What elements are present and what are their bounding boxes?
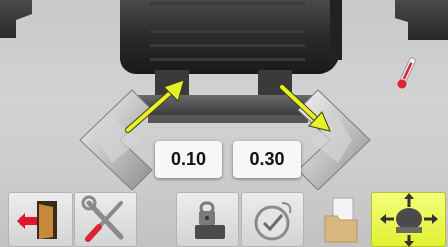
- exit-button[interactable]: [8, 192, 73, 247]
- thermometer-icon: [397, 57, 416, 89]
- check-button[interactable]: [241, 192, 304, 247]
- check-gauge-icon: [254, 202, 292, 241]
- wrench-screwdriver-icon: [81, 195, 124, 242]
- alignment-screen: 0.10 0.30: [0, 0, 448, 247]
- folder-icon: [324, 197, 358, 243]
- lock-button[interactable]: [176, 192, 239, 247]
- bottom-toolbar: [0, 192, 448, 247]
- base-rail-shadow: [148, 115, 308, 123]
- folder-button[interactable]: [315, 192, 365, 247]
- machine-move-icon: [380, 193, 438, 247]
- machine-scene: [0, 0, 448, 190]
- machine-adjust-button[interactable]: [371, 192, 446, 247]
- left-shim-value: 0.10: [155, 141, 222, 178]
- exit-door-icon: [17, 201, 57, 239]
- tools-button[interactable]: [74, 192, 137, 247]
- motor-body: [0, 0, 448, 74]
- right-shim-value: 0.30: [233, 141, 301, 178]
- lock-station-icon: [195, 201, 225, 239]
